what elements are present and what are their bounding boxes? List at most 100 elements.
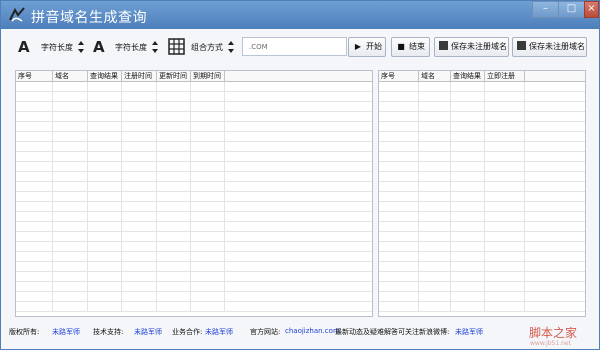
table-row[interactable]	[16, 162, 372, 172]
table-row[interactable]	[379, 122, 585, 132]
table-row[interactable]	[16, 112, 372, 122]
table-row[interactable]	[16, 262, 372, 272]
col-register-now-header[interactable]: 立即注册	[485, 71, 525, 81]
table-row[interactable]	[379, 102, 585, 112]
table-cell	[485, 272, 525, 281]
table-cell	[122, 102, 157, 111]
table-row[interactable]	[16, 282, 372, 292]
table-row[interactable]	[379, 232, 585, 242]
title-bar[interactable]: 拼音域名生成查询 – □ ×	[1, 1, 599, 29]
weibo-label: 最新动态及疑难解答可关注新浪微博:	[335, 328, 450, 336]
table-row[interactable]	[16, 242, 372, 252]
table-row[interactable]	[16, 302, 372, 312]
col-expiry-header[interactable]: 到期时间	[191, 71, 225, 81]
combo-dropdown[interactable]: 组合方式	[191, 42, 223, 53]
table-row[interactable]	[379, 252, 585, 262]
table-row[interactable]	[16, 292, 372, 302]
col-index-header[interactable]: 序号	[379, 71, 419, 81]
table-row[interactable]	[379, 292, 585, 302]
table-row[interactable]	[16, 122, 372, 132]
col-result-header[interactable]: 查询结果	[451, 71, 485, 81]
maximize-button[interactable]: □	[558, 1, 585, 18]
table-row[interactable]	[16, 212, 372, 222]
save-icon	[517, 41, 526, 50]
table-row[interactable]	[16, 192, 372, 202]
length2-dropdown[interactable]: 字符长度	[115, 42, 147, 53]
table-row[interactable]	[379, 162, 585, 172]
table-row[interactable]	[379, 272, 585, 282]
stop-button-label: 结束	[409, 42, 425, 51]
table-cell	[451, 172, 485, 181]
table-row[interactable]	[16, 172, 372, 182]
weibo-link[interactable]: 未路军师	[455, 327, 483, 337]
table-row[interactable]	[379, 82, 585, 92]
save-unregistered-button-2[interactable]: 保存未注册域名	[512, 37, 587, 57]
website-link[interactable]: chaojizhan.com	[285, 327, 340, 335]
table-row[interactable]	[379, 242, 585, 252]
table-cell	[88, 132, 122, 141]
table-row[interactable]	[379, 132, 585, 142]
table-row[interactable]	[16, 152, 372, 162]
domain-suffix-input[interactable]	[242, 37, 347, 56]
length1-dropdown[interactable]: 字符长度	[41, 42, 73, 53]
table-row[interactable]	[379, 182, 585, 192]
table-row[interactable]	[16, 142, 372, 152]
table-cell	[451, 252, 485, 261]
table-row[interactable]	[379, 142, 585, 152]
table-cell	[485, 212, 525, 221]
table-cell	[88, 302, 122, 311]
table-row[interactable]	[379, 222, 585, 232]
table-row[interactable]	[379, 202, 585, 212]
support-link[interactable]: 未路军师	[134, 327, 162, 337]
save-button-2-label: 保存未注册域名	[529, 42, 585, 51]
table-cell	[485, 302, 525, 311]
table-row[interactable]	[16, 182, 372, 192]
col-updated-header[interactable]: 更新时间	[157, 71, 191, 81]
unregistered-grid[interactable]: 序号 域名 查询结果 立即注册	[378, 70, 586, 317]
table-row[interactable]	[379, 192, 585, 202]
col-index-header[interactable]: 序号	[16, 71, 53, 81]
table-row[interactable]	[379, 302, 585, 312]
copyright-link[interactable]: 未路军师	[52, 327, 80, 337]
table-cell	[122, 162, 157, 171]
col-domain-header[interactable]: 域名	[419, 71, 451, 81]
table-row[interactable]	[379, 152, 585, 162]
table-cell	[191, 82, 225, 91]
length2-spinner-icon[interactable]	[152, 41, 158, 53]
col-result-header[interactable]: 查询结果	[88, 71, 122, 81]
table-row[interactable]	[16, 202, 372, 212]
table-row[interactable]	[16, 252, 372, 262]
table-row[interactable]	[379, 112, 585, 122]
table-cell	[191, 292, 225, 301]
save-unregistered-button-1[interactable]: 保存未注册域名	[434, 37, 509, 57]
table-cell	[16, 252, 53, 261]
table-row[interactable]	[16, 132, 372, 142]
length1-spinner-icon[interactable]	[78, 41, 84, 53]
table-row[interactable]	[16, 102, 372, 112]
combo-spinner-icon[interactable]	[228, 41, 234, 53]
table-row[interactable]	[16, 82, 372, 92]
table-row[interactable]	[379, 172, 585, 182]
table-row[interactable]	[379, 92, 585, 102]
stop-button[interactable]: ■ 结束	[391, 37, 430, 57]
table-cell	[16, 232, 53, 241]
table-cell	[157, 192, 191, 201]
save-button-1-label: 保存未注册域名	[451, 42, 507, 51]
table-row[interactable]	[379, 262, 585, 272]
table-cell	[379, 162, 419, 171]
results-grid[interactable]: 序号 域名 查询结果 注册时间 更新时间 到期时间	[15, 70, 373, 317]
table-cell	[485, 292, 525, 301]
table-row[interactable]	[16, 222, 372, 232]
close-button[interactable]: ×	[584, 1, 599, 18]
col-registered-header[interactable]: 注册时间	[122, 71, 157, 81]
table-row[interactable]	[16, 232, 372, 242]
start-button[interactable]: ▶ 开始	[348, 37, 386, 57]
business-label: 业务合作:	[172, 328, 203, 336]
table-row[interactable]	[379, 282, 585, 292]
col-domain-header[interactable]: 域名	[53, 71, 88, 81]
minimize-button[interactable]: –	[532, 1, 559, 18]
business-link[interactable]: 未路军师	[205, 327, 233, 337]
table-row[interactable]	[16, 92, 372, 102]
table-row[interactable]	[16, 272, 372, 282]
table-row[interactable]	[379, 212, 585, 222]
